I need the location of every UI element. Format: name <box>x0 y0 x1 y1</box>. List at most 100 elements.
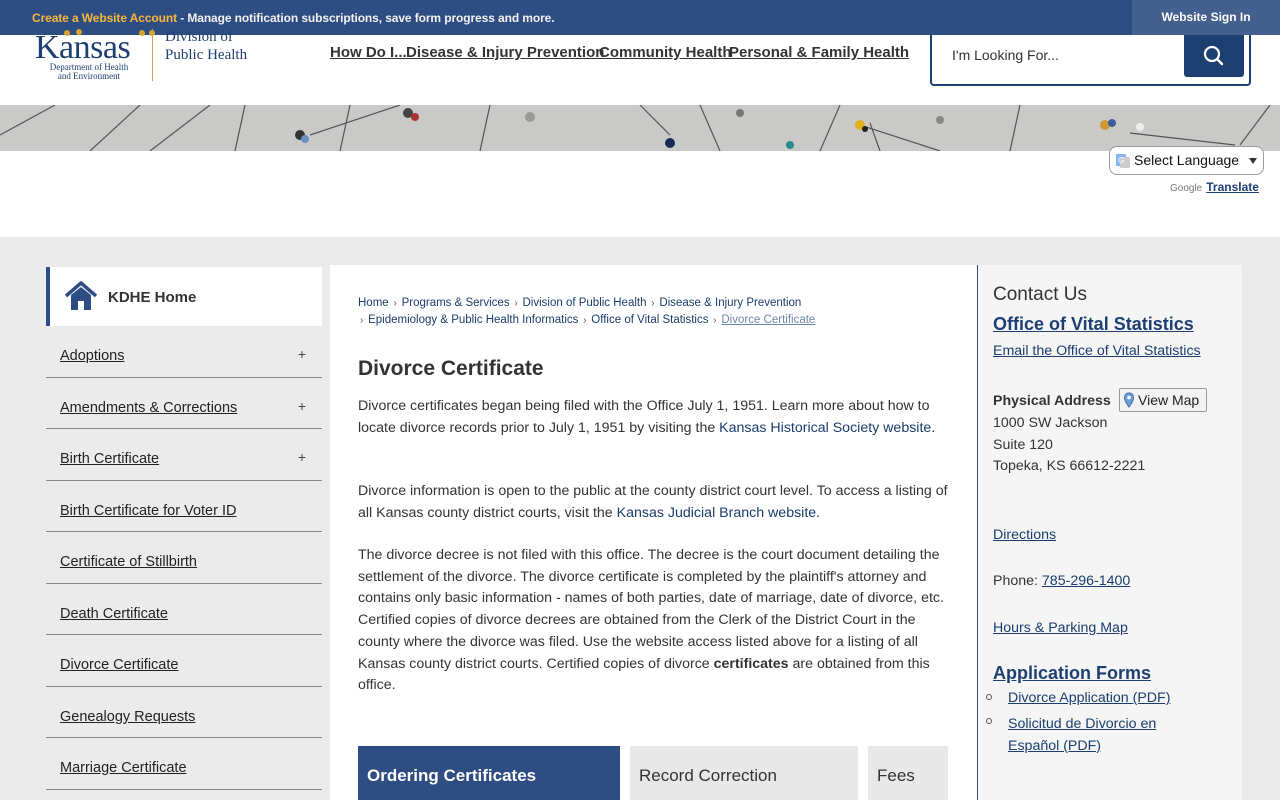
breadcrumb-epidemiology[interactable]: Epidemiology & Public Health Informatics <box>368 314 578 326</box>
sidebar-item-amendments[interactable]: Amendments & Corrections + <box>46 378 322 429</box>
section-sidebar: KDHE Home Adoptions + Amendments & Corre… <box>46 267 322 790</box>
address-line3: Topeka, KS 66612-2221 <box>993 458 1146 474</box>
breadcrumb-separator: › <box>390 298 400 309</box>
page-header-whitespace <box>0 151 1280 237</box>
search-icon <box>1203 45 1224 66</box>
logo-division-line1: Division of <box>165 29 233 45</box>
application-forms-list: Divorce Application (PDF) Solicitud de D… <box>986 689 1170 757</box>
breadcrumb-separator: › <box>511 298 521 309</box>
create-account-link[interactable]: Create a Website Account <box>32 11 177 25</box>
sidebar-item-label[interactable]: Certificate of Stillbirth <box>60 554 197 570</box>
page-title: Divorce Certificate <box>358 357 544 380</box>
hours-parking-link[interactable]: Hours & Parking Map <box>993 620 1128 636</box>
sidebar-item-label[interactable]: Birth Certificate for Voter ID <box>60 503 236 519</box>
view-map-button[interactable]: View Map <box>1119 388 1207 412</box>
breadcrumb-separator: › <box>648 298 658 309</box>
sidebar-item-birth-certificate[interactable]: Birth Certificate + <box>46 429 322 481</box>
physical-address-label: Physical Address <box>993 393 1111 409</box>
kdhe-logo[interactable]: Kansas Department of Health and Environm… <box>32 29 262 89</box>
tab-ordering-certificates[interactable]: Ordering Certificates <box>358 746 620 800</box>
breadcrumb-disease[interactable]: Disease & Injury Prevention <box>659 297 801 309</box>
email-office-link[interactable]: Email the Office of Vital Statistics <box>993 343 1201 359</box>
divorce-application-link[interactable]: Divorce Application (PDF) <box>1008 690 1170 706</box>
nav-disease-injury-prevention[interactable]: Disease & Injury Prevention <box>406 44 604 61</box>
tab-fees[interactable]: Fees <box>868 746 948 800</box>
search-button[interactable] <box>1184 35 1244 77</box>
search-input[interactable] <box>952 47 1172 63</box>
address-line1: 1000 SW Jackson <box>993 415 1108 431</box>
breadcrumb-separator: › <box>710 315 720 326</box>
paragraph-bold: certificates <box>713 655 789 672</box>
decree-paragraph: The divorce decree is not filed with thi… <box>358 545 950 697</box>
logo-divider <box>152 29 153 81</box>
home-label: KDHE Home <box>108 289 197 306</box>
tab-record-correction[interactable]: Record Correction <box>630 746 858 800</box>
breadcrumb-current: Divorce Certificate <box>721 314 816 326</box>
expand-icon[interactable]: + <box>298 346 306 362</box>
directions-link[interactable]: Directions <box>993 527 1056 543</box>
chevron-down-icon <box>1249 158 1257 164</box>
sidebar-item-death-certificate[interactable]: Death Certificate <box>46 584 322 635</box>
application-forms-link[interactable]: Application Forms <box>993 663 1151 684</box>
language-select-label: Select Language <box>1134 152 1240 168</box>
svg-text:G: G <box>1118 156 1124 165</box>
header-banner-image <box>0 105 1280 151</box>
powered-by-google: Google Translate <box>1170 180 1259 194</box>
breadcrumb-separator: › <box>580 315 590 326</box>
list-item: Divorce Application (PDF) <box>986 689 1170 707</box>
contact-heading: Contact Us <box>993 284 1087 305</box>
breadcrumb-vital-stats[interactable]: Office of Vital Statistics <box>591 314 708 326</box>
breadcrumb: Home › Programs & Services › Division of… <box>358 295 818 329</box>
sidebar-item-divorce-certificate[interactable]: Divorce Certificate <box>46 635 322 687</box>
notification-message: Create a Website Account - Manage notifi… <box>32 11 555 25</box>
main-content: Home › Programs & Services › Division of… <box>330 265 977 800</box>
link-line1: Solicitud de Divorcio en <box>1008 716 1157 732</box>
logo-department: Department of Health and Environment <box>46 63 132 81</box>
sidebar-home-link[interactable]: KDHE Home <box>46 267 322 326</box>
google-translate-icon: G <box>1116 154 1130 168</box>
sidebar-item-birth-certificate-voter-id[interactable]: Birth Certificate for Voter ID <box>46 481 322 532</box>
office-link[interactable]: Office of Vital Statistics <box>993 314 1194 335</box>
breadcrumb-programs[interactable]: Programs & Services <box>402 297 510 309</box>
contact-panel: Contact Us Office of Vital Statistics Em… <box>977 265 1242 800</box>
link-line2: Español (PDF) <box>1008 738 1102 754</box>
home-icon <box>64 281 98 310</box>
logo-division-line2: Public Health <box>165 47 248 63</box>
logo-dept-line2: and Environment <box>57 71 121 81</box>
paragraph-text: The divorce decree is not filed with thi… <box>358 547 944 672</box>
view-map-label: View Map <box>1138 392 1200 408</box>
nav-personal-family-health[interactable]: Personal & Family Health <box>729 44 909 61</box>
sidebar-item-label[interactable]: Amendments & Corrections <box>60 400 237 416</box>
breadcrumb-division[interactable]: Division of Public Health <box>522 297 646 309</box>
expand-icon[interactable]: + <box>298 449 306 465</box>
nav-how-do-i[interactable]: How Do I... <box>330 44 407 61</box>
phone-label: Phone: <box>993 573 1042 589</box>
address-line2: Suite 120 <box>993 437 1053 453</box>
notification-text: - Manage notification subscriptions, sav… <box>176 11 555 25</box>
nav-community-health[interactable]: Community Health <box>599 44 732 61</box>
site-search <box>930 35 1251 86</box>
sidebar-item-genealogy[interactable]: Genealogy Requests <box>46 687 322 738</box>
sidebar-item-marriage-certificate[interactable]: Marriage Certificate <box>46 738 322 790</box>
sidebar-item-label[interactable]: Death Certificate <box>60 606 168 622</box>
google-label: Google <box>1170 183 1203 194</box>
sidebar-item-label[interactable]: Marriage Certificate <box>60 760 187 776</box>
bullet-icon <box>986 718 992 724</box>
language-select[interactable]: G Select Language <box>1109 146 1264 175</box>
breadcrumb-home[interactable]: Home <box>358 297 389 309</box>
translate-link[interactable]: Translate <box>1206 180 1259 194</box>
website-sign-in-button[interactable]: Website Sign In <box>1132 0 1280 35</box>
solicitud-divorcio-link[interactable]: Solicitud de Divorcio en Español (PDF) <box>1008 716 1156 754</box>
expand-icon[interactable]: + <box>298 398 306 414</box>
list-item: Solicitud de Divorcio en Español (PDF) <box>986 713 1170 757</box>
sidebar-item-label[interactable]: Birth Certificate <box>60 451 159 467</box>
sidebar-item-adoptions[interactable]: Adoptions + <box>46 326 322 378</box>
sidebar-item-stillbirth[interactable]: Certificate of Stillbirth <box>46 532 322 584</box>
historical-society-link[interactable]: Kansas Historical Society website <box>719 420 931 436</box>
phone-link[interactable]: 785-296-1400 <box>1042 573 1130 589</box>
sidebar-item-label[interactable]: Adoptions <box>60 348 125 364</box>
judicial-branch-link[interactable]: Kansas Judicial Branch website <box>617 505 817 521</box>
sidebar-item-label[interactable]: Divorce Certificate <box>60 657 178 673</box>
paragraph-end: . <box>816 504 821 521</box>
sidebar-item-label[interactable]: Genealogy Requests <box>60 709 195 725</box>
